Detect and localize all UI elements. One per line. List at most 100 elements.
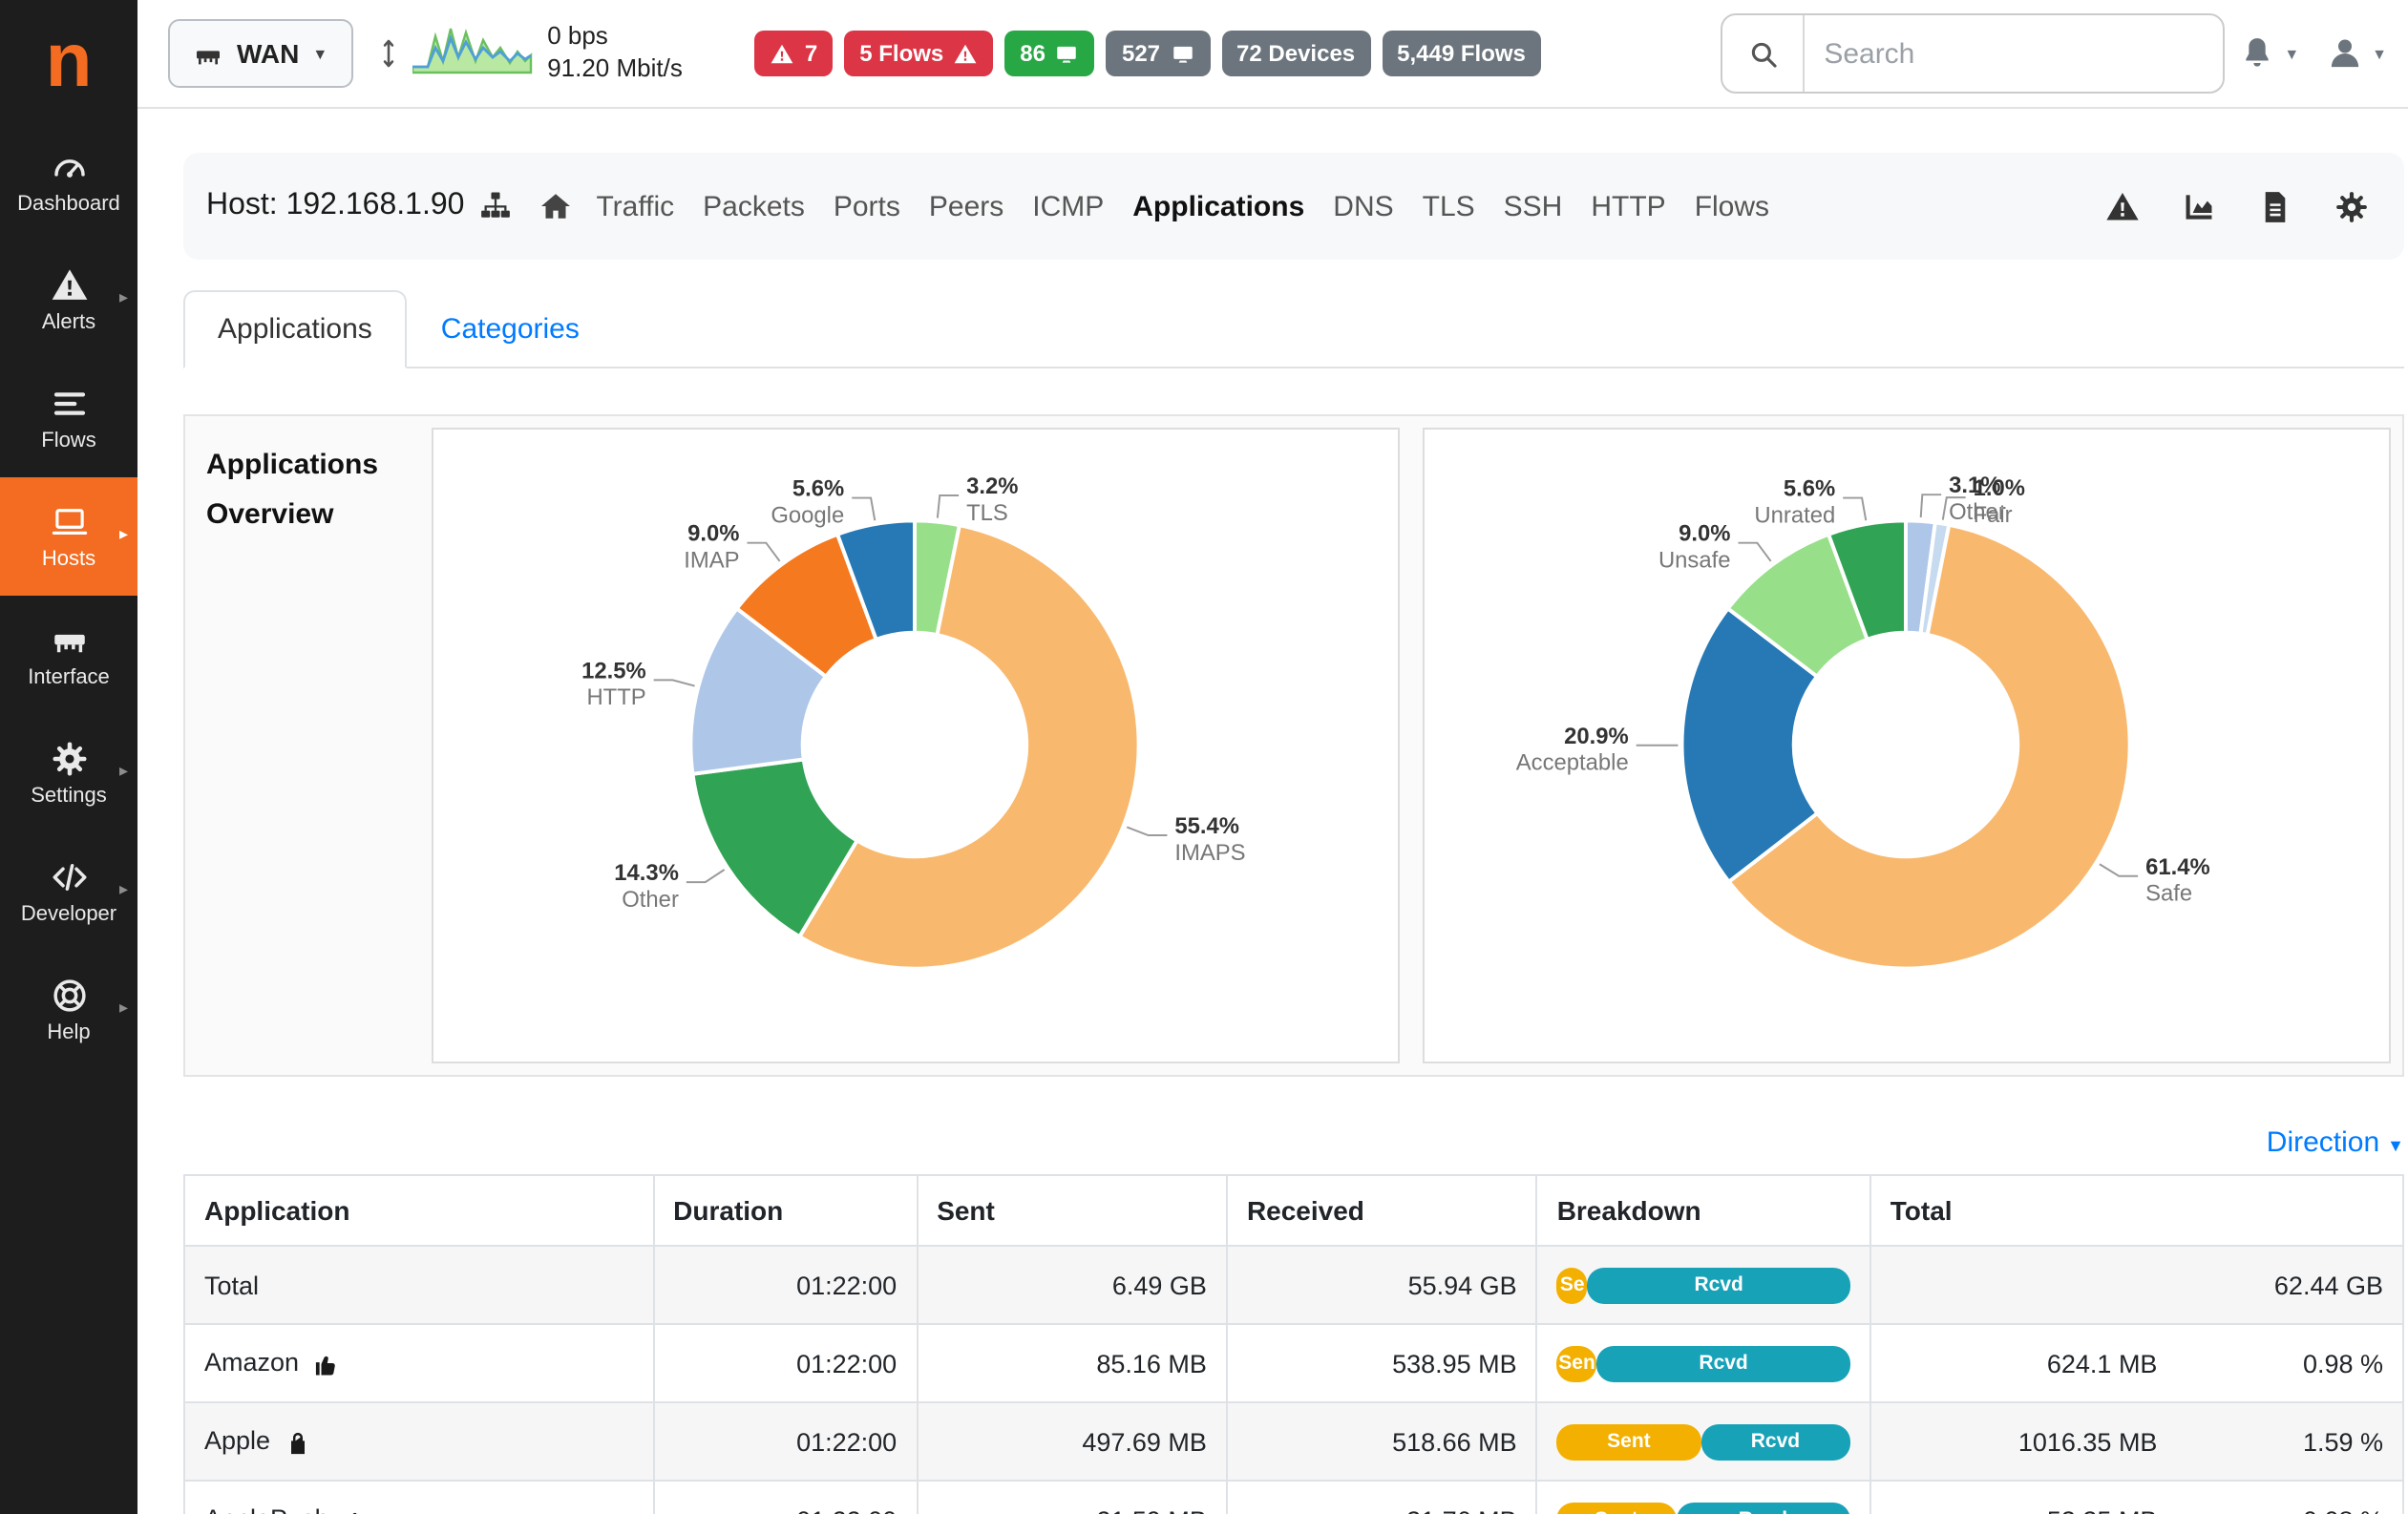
monitor-icon [1170, 41, 1194, 66]
table-row-total[interactable]: Total01:22:006.49 GB55.94 GBSeRcvd62.44 … [184, 1246, 2403, 1324]
rcvd-bar-segment: Rcvd [1596, 1345, 1849, 1381]
host-nav-icmp[interactable]: ICMP [1032, 190, 1104, 222]
host-nav-packets[interactable]: Packets [703, 190, 805, 222]
host-nav-http[interactable]: HTTP [1591, 190, 1665, 222]
person-icon [2326, 34, 2364, 73]
pie-label-pct: 3.2% [966, 473, 1018, 499]
table-row-amazon[interactable]: Amazon01:22:0085.16 MB538.95 MBSenRcvd62… [184, 1324, 2403, 1402]
status-badge[interactable]: 5 Flows [844, 31, 993, 76]
sidebar-item-hosts[interactable]: Hosts▸ [0, 477, 137, 596]
host-label: Host: 192.168.1.90 [206, 189, 512, 223]
host-nav-tls[interactable]: TLS [1423, 190, 1475, 222]
pie-label-pct: 9.0% [687, 521, 739, 547]
col-header-application: Application [184, 1175, 653, 1246]
throughput-up: 0 bps [547, 21, 683, 53]
host-nav-traffic[interactable]: Traffic [596, 190, 674, 222]
status-badge[interactable]: 72 Devices [1221, 31, 1370, 76]
laptop-icon [49, 502, 89, 542]
warning-icon [49, 265, 89, 305]
cell-sent: 6.49 GB [917, 1246, 1227, 1324]
cell-received: 55.94 GB [1227, 1246, 1537, 1324]
cell-sent: 85.16 MB [917, 1324, 1227, 1402]
cell-total-pct: 62.44 GB [2176, 1246, 2403, 1324]
host-nav-ports[interactable]: Ports [834, 190, 900, 222]
host-label-text: Host: 192.168.1.90 [206, 189, 464, 223]
sidebar-item-interface[interactable]: Interface [0, 596, 137, 714]
col-header-breakdown: Breakdown [1537, 1175, 1870, 1246]
tab-applications[interactable]: Applications [183, 290, 407, 368]
app-name: Apple [204, 1427, 270, 1456]
cell-sent: 497.69 MB [917, 1402, 1227, 1481]
direction-dropdown[interactable]: Direction▼ [183, 1126, 2404, 1159]
status-badge[interactable]: 86 [1004, 31, 1095, 76]
tab-categories[interactable]: Categories [407, 290, 614, 368]
user-menu[interactable]: ▼ [2313, 34, 2400, 73]
host-nav-applications[interactable]: Applications [1132, 190, 1304, 222]
sent-bar-segment: Sent [1557, 1423, 1700, 1460]
app-window: n DashboardAlerts▸FlowsHosts▸InterfaceSe… [0, 0, 2408, 1514]
chevron-right-icon: ▸ [119, 287, 128, 308]
cell-received: 518.66 MB [1227, 1402, 1537, 1481]
breakdown-bar: SeRcvd [1557, 1267, 1850, 1303]
cell-total: 53.35 MB [1870, 1481, 2177, 1514]
sidebar-item-developer[interactable]: Developer▸ [0, 832, 137, 951]
bell-icon [2238, 34, 2276, 73]
main-area: WAN ▼ 0 bps 91.20 Mbit/s 75 Flows8652772… [137, 0, 2408, 1514]
host-action-icons [2104, 188, 2370, 224]
sent-bar-segment: Se [1557, 1267, 1588, 1303]
gauge-icon [49, 147, 89, 187]
table-header-row: ApplicationDurationSentReceivedBreakdown… [184, 1175, 2403, 1246]
bridge-icon [193, 39, 223, 70]
lifering-icon [49, 976, 89, 1016]
host-nav-links: Traffic Packets Ports Peers ICMP Applications… [596, 190, 1769, 222]
breakdown-bar: SentRcvd [1557, 1423, 1850, 1460]
notifications-menu[interactable]: ▼ [2225, 34, 2313, 73]
gear-icon [49, 739, 89, 779]
host-nav-flows[interactable]: Flows [1695, 190, 1769, 222]
cell-received: 31.76 MB [1227, 1481, 1537, 1514]
status-badges: 75 Flows86 52772 Devices 5,449 Flows [755, 31, 1541, 76]
sidebar-item-flows[interactable]: Flows [0, 359, 137, 477]
chevron-right-icon: ▸ [119, 761, 128, 782]
sidebar-item-dashboard[interactable]: Dashboard [0, 122, 137, 241]
sidebar-item-label: Interface [28, 666, 110, 689]
host-nav-ssh[interactable]: SSH [1504, 190, 1563, 222]
status-badge[interactable]: 527 [1107, 31, 1210, 76]
app-name: ApplePush [204, 1505, 329, 1514]
updown-arrows-icon [371, 23, 404, 84]
host-action-gear-icon[interactable] [2334, 188, 2370, 224]
host-action-file-icon[interactable] [2257, 188, 2293, 224]
app-logo[interactable]: n [0, 0, 137, 122]
status-badge[interactable]: 5,449 Flows [1382, 31, 1541, 76]
sitemap-icon [479, 189, 512, 223]
sidebar-item-settings[interactable]: Settings▸ [0, 714, 137, 832]
warning-icon [2104, 188, 2141, 224]
status-badge[interactable]: 7 [755, 31, 833, 76]
table-row-apple[interactable]: Apple01:22:00497.69 MB518.66 MBSentRcvd1… [184, 1402, 2403, 1481]
host-nav-peers[interactable]: Peers [929, 190, 1003, 222]
tab-bar: ApplicationsCategories [183, 290, 2404, 368]
sidebar-item-label: Hosts [42, 548, 95, 571]
pie-label-pct: 5.6% [792, 476, 844, 502]
thumbs-up-icon [312, 1351, 339, 1377]
search-input[interactable] [1805, 37, 2223, 70]
pie-label-name: IMAP [684, 548, 739, 574]
pie-label-name: Acceptable [1516, 750, 1629, 776]
app-name: Total [204, 1271, 259, 1299]
host-nav-dns[interactable]: DNS [1333, 190, 1393, 222]
col-header-received: Received [1227, 1175, 1537, 1246]
table-row-applepush[interactable]: ApplePush01:22:0021.59 MB31.76 MBSentRcv… [184, 1481, 2403, 1514]
host-action-warning-icon[interactable] [2104, 188, 2141, 224]
wan-selector[interactable]: WAN ▼ [168, 19, 352, 88]
sidebar-item-alerts[interactable]: Alerts▸ [0, 241, 137, 359]
home-icon[interactable] [539, 189, 573, 223]
sidebar-item-help[interactable]: Help▸ [0, 951, 137, 1069]
host-action-area-chart-icon[interactable] [2181, 188, 2217, 224]
gear-icon [2334, 188, 2370, 224]
search-icon [1746, 37, 1779, 70]
sent-bar-segment: Sen [1557, 1345, 1597, 1381]
pie-label-pct: 20.9% [1564, 724, 1629, 749]
lock-icon [284, 1429, 310, 1456]
bridge-icon [193, 37, 223, 71]
cell-sent: 21.59 MB [917, 1481, 1227, 1514]
